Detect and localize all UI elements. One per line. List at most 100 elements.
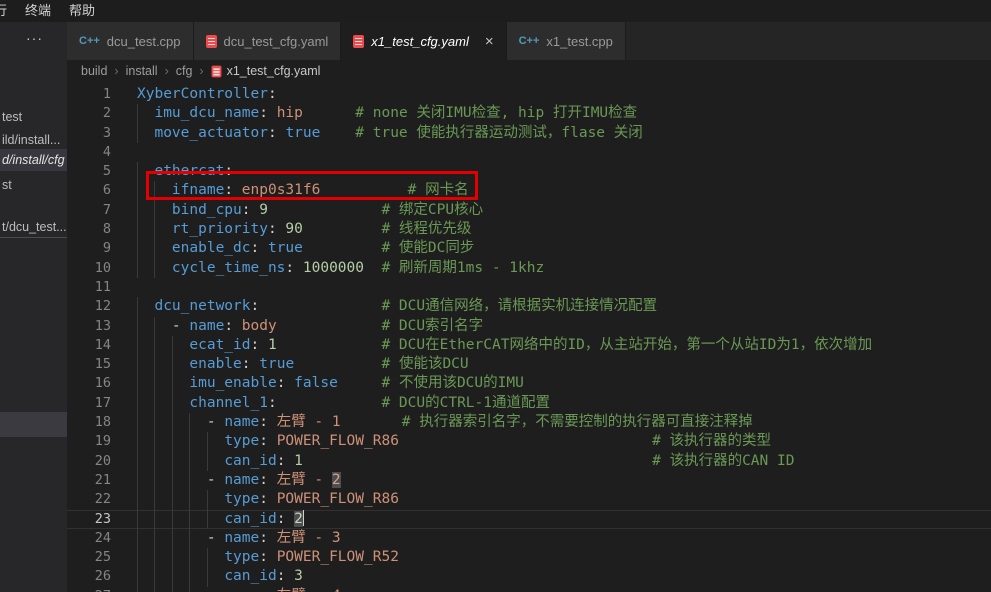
code-text: ecat_id: 1 # DCU在EtherCAT网络中的ID，从主站开始，第一… — [137, 336, 872, 355]
code-line[interactable]: 23 can_id: 2 — [67, 510, 991, 529]
tab-x1-test-cpp[interactable]: C++ x1_test.cpp — [507, 22, 626, 60]
code-line[interactable]: 25 type: POWER_FLOW_R52 — [67, 548, 991, 567]
menu-item-terminal[interactable]: 终端 — [16, 0, 60, 22]
menu-item-help[interactable]: 帮助 — [60, 0, 104, 22]
line-number: 27 — [67, 587, 111, 592]
line-number: 14 — [67, 336, 111, 355]
code-line[interactable]: 1XyberController: — [67, 85, 991, 104]
code-line[interactable]: 24 - name: 左臂 - 3 — [67, 529, 991, 548]
line-number: 12 — [67, 297, 111, 316]
sidebar-item-selected[interactable]: d/install/cfg — [0, 149, 67, 171]
sidebar-panel: ··· test ild/install... d/install/cfg st… — [0, 22, 67, 592]
breadcrumb: build › install › cfg › x1_test_cfg.yaml — [67, 60, 991, 82]
code-text: - name: 左臂 - 2 — [137, 471, 341, 490]
yaml-file-icon — [206, 35, 217, 48]
sidebar-item[interactable]: t/dcu_test... — [0, 216, 67, 238]
code-text: can_id: 2 — [137, 510, 304, 529]
line-number: 16 — [67, 374, 111, 393]
yaml-file-icon — [353, 35, 364, 48]
code-text: type: POWER_FLOW_R86 # 该执行器的类型 — [137, 432, 771, 451]
code-text: - name: body # DCU索引名字 — [137, 317, 483, 336]
tab-dcu-test-cpp[interactable]: C++ dcu_test.cpp — [67, 22, 194, 60]
line-number: 2 — [67, 104, 111, 123]
code-text: enable_dc: true # 使能DC同步 — [137, 239, 474, 258]
cpp-file-icon: C++ — [519, 35, 540, 47]
code-line[interactable]: 13 - name: body # DCU索引名字 — [67, 317, 991, 336]
tab-label: dcu_test.cpp — [107, 34, 181, 49]
line-number: 20 — [67, 452, 111, 471]
code-text: cycle_time_ns: 1000000 # 刷新周期1ms - 1khz — [137, 259, 544, 278]
line-number: 4 — [67, 143, 111, 162]
tab-label: x1_test.cpp — [546, 34, 613, 49]
text-cursor — [303, 510, 305, 526]
line-number: 21 — [67, 471, 111, 490]
line-number: 19 — [67, 432, 111, 451]
sidebar-item[interactable]: test — [0, 106, 67, 128]
code-line[interactable]: 5 ethercat: — [67, 162, 991, 181]
code-line[interactable]: 2 imu_dcu_name: hip # none 关闭IMU检查, hip … — [67, 104, 991, 123]
code-line[interactable]: 3 move_actuator: true # true 使能执行器运动测试，f… — [67, 124, 991, 143]
code-text: bind_cpu: 9 # 绑定CPU核心 — [137, 201, 483, 220]
code-line[interactable]: 20 can_id: 1 # 该执行器的CAN ID — [67, 452, 991, 471]
line-number: 15 — [67, 355, 111, 374]
breadcrumb-item-build[interactable]: build — [81, 64, 107, 78]
tab-dcu-test-cfg-yaml[interactable]: dcu_test_cfg.yaml — [194, 22, 342, 60]
menu-bar: 行 终端 帮助 — [0, 0, 991, 22]
tab-label: x1_test_cfg.yaml — [371, 34, 469, 49]
code-text: imu_dcu_name: hip # none 关闭IMU检查, hip 打开… — [137, 104, 637, 123]
line-number: 24 — [67, 529, 111, 548]
code-line[interactable]: 11 — [67, 278, 991, 297]
yaml-file-icon — [211, 65, 221, 77]
code-text: - name: 左臂 - 4 — [137, 587, 341, 592]
sidebar-item[interactable]: st — [0, 174, 67, 196]
close-icon[interactable]: × — [485, 34, 494, 49]
line-number: 11 — [67, 278, 111, 297]
line-number: 6 — [67, 181, 111, 200]
tab-label: dcu_test_cfg.yaml — [224, 34, 329, 49]
more-actions-icon[interactable]: ··· — [26, 30, 43, 46]
line-number: 18 — [67, 413, 111, 432]
chevron-right-icon: › — [114, 64, 118, 78]
code-line[interactable]: 26 can_id: 3 — [67, 567, 991, 586]
code-line[interactable]: 15 enable: true # 使能该DCU — [67, 355, 991, 374]
tab-bar: C++ dcu_test.cpp dcu_test_cfg.yaml x1_te… — [67, 22, 991, 60]
code-line[interactable]: 16 imu_enable: false # 不使用该DCU的IMU — [67, 374, 991, 393]
breadcrumb-item-cfg[interactable]: cfg — [176, 64, 193, 78]
line-number: 13 — [67, 317, 111, 336]
code-line[interactable]: 8 rt_priority: 90 # 线程优先级 — [67, 220, 991, 239]
code-line[interactable]: 14 ecat_id: 1 # DCU在EtherCAT网络中的ID，从主站开始… — [67, 336, 991, 355]
code-line[interactable]: 6 ifname: enp0s31f6 # 网卡名 — [67, 181, 991, 200]
code-line[interactable]: 19 type: POWER_FLOW_R86 # 该执行器的类型 — [67, 432, 991, 451]
code-line[interactable]: 4 — [67, 143, 991, 162]
code-line[interactable]: 9 enable_dc: true # 使能DC同步 — [67, 239, 991, 258]
code-text: channel_1: # DCU的CTRL-1通道配置 — [137, 394, 550, 413]
code-text: move_actuator: true # true 使能执行器运动测试，fla… — [137, 124, 643, 143]
code-text: rt_priority: 90 # 线程优先级 — [137, 220, 471, 239]
chevron-right-icon: › — [165, 64, 169, 78]
code-line[interactable]: 18 - name: 左臂 - 1 # 执行器索引名字，不需要控制的执行器可直接… — [67, 413, 991, 432]
code-line[interactable]: 17 channel_1: # DCU的CTRL-1通道配置 — [67, 394, 991, 413]
code-line[interactable]: 10 cycle_time_ns: 1000000 # 刷新周期1ms - 1k… — [67, 259, 991, 278]
tab-x1-test-cfg-yaml-active[interactable]: x1_test_cfg.yaml × — [341, 22, 506, 60]
code-line[interactable]: 12 dcu_network: # DCU通信网络，请根据实机连接情况配置 — [67, 297, 991, 316]
code-line[interactable]: 7 bind_cpu: 9 # 绑定CPU核心 — [67, 201, 991, 220]
line-number: 5 — [67, 162, 111, 181]
breadcrumb-item-file[interactable]: x1_test_cfg.yaml — [211, 64, 321, 78]
line-number: 8 — [67, 220, 111, 239]
code-text: ethercat: — [137, 162, 233, 181]
code-area[interactable]: 1XyberController:2 imu_dcu_name: hip # n… — [67, 82, 991, 592]
sidebar-item[interactable]: ild/install... — [0, 129, 67, 151]
code-text: type: POWER_FLOW_R86 — [137, 490, 399, 509]
menu-item-run[interactable]: 行 — [0, 0, 16, 22]
line-number: 26 — [67, 567, 111, 586]
code-line[interactable]: 21 - name: 左臂 - 2 — [67, 471, 991, 490]
line-number: 22 — [67, 490, 111, 509]
line-number: 17 — [67, 394, 111, 413]
code-line[interactable]: 27 - name: 左臂 - 4 — [67, 587, 991, 592]
code-line[interactable]: 22 type: POWER_FLOW_R86 — [67, 490, 991, 509]
breadcrumb-item-install[interactable]: install — [126, 64, 158, 78]
line-number: 10 — [67, 259, 111, 278]
sidebar-item-highlighted[interactable] — [0, 412, 67, 437]
code-text: dcu_network: # DCU通信网络，请根据实机连接情况配置 — [137, 297, 657, 316]
line-number: 9 — [67, 239, 111, 258]
